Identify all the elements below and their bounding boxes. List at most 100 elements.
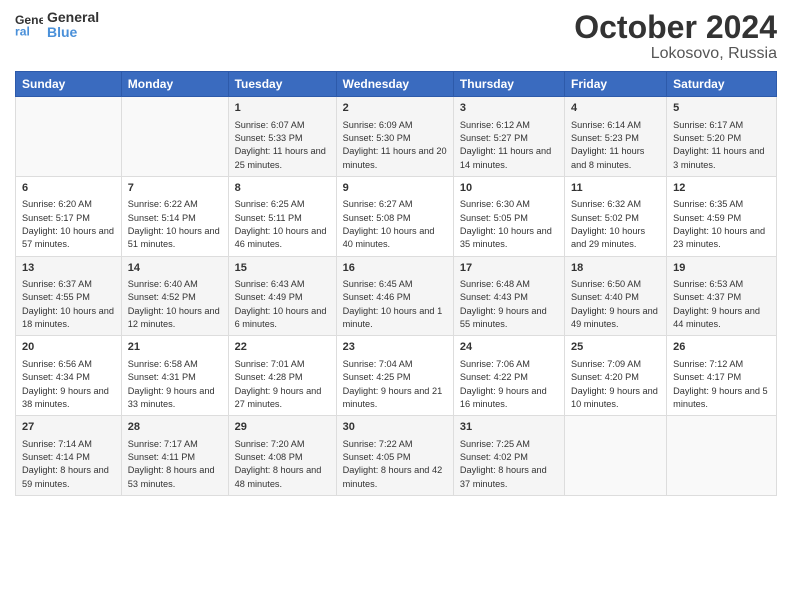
day-info: Sunrise: 6:43 AMSunset: 4:49 PMDaylight:… (235, 279, 327, 329)
calendar-cell (121, 97, 228, 177)
calendar-cell: 6 Sunrise: 6:20 AMSunset: 5:17 PMDaylight… (16, 176, 122, 256)
calendar-cell: 28Sunrise: 7:17 AMSunset: 4:11 PMDayligh… (121, 416, 228, 496)
calendar-week-row: 13 Sunrise: 6:37 AMSunset: 4:55 PMDayligh… (16, 256, 777, 336)
calendar-cell: 8 Sunrise: 6:25 AMSunset: 5:11 PMDaylight… (228, 176, 336, 256)
day-info: Sunrise: 7:22 AMSunset: 4:05 PMDaylight:… (343, 439, 443, 489)
day-number: 25 (571, 340, 660, 355)
day-number: 17 (460, 261, 558, 276)
col-sunday: Sunday (16, 72, 122, 97)
day-number: 16 (343, 261, 447, 276)
day-info: Sunrise: 6:25 AMSunset: 5:11 PMDaylight:… (235, 199, 327, 249)
calendar-table: Sunday Monday Tuesday Wednesday Thursday… (15, 71, 777, 496)
day-info: Sunrise: 6:56 AMSunset: 4:34 PMDaylight:… (22, 359, 109, 409)
day-number: 15 (235, 261, 330, 276)
col-tuesday: Tuesday (228, 72, 336, 97)
day-number: 21 (128, 340, 222, 355)
day-number: 10 (460, 181, 558, 196)
calendar-cell: 16 Sunrise: 6:45 AMSunset: 4:46 PMDayligh… (336, 256, 453, 336)
day-info: Sunrise: 6:32 AMSunset: 5:02 PMDaylight:… (571, 199, 645, 249)
logo-blue: Blue (47, 25, 99, 40)
day-info: Sunrise: 6:14 AMSunset: 5:23 PMDaylight:… (571, 120, 644, 170)
calendar-cell: 24Sunrise: 7:06 AMSunset: 4:22 PMDayligh… (453, 336, 564, 416)
day-info: Sunrise: 6:37 AMSunset: 4:55 PMDaylight:… (22, 279, 114, 329)
day-info: Sunrise: 6:58 AMSunset: 4:31 PMDaylight:… (128, 359, 215, 409)
day-info: Sunrise: 7:04 AMSunset: 4:25 PMDaylight:… (343, 359, 443, 409)
calendar-cell: 10 Sunrise: 6:30 AMSunset: 5:05 PMDayligh… (453, 176, 564, 256)
day-number: 8 (235, 181, 330, 196)
page-header: Gene ral General Blue October 2024 Lokos… (15, 10, 777, 63)
calendar-week-row: 6 Sunrise: 6:20 AMSunset: 5:17 PMDaylight… (16, 176, 777, 256)
calendar-cell: 13 Sunrise: 6:37 AMSunset: 4:55 PMDayligh… (16, 256, 122, 336)
day-info: Sunrise: 6:27 AMSunset: 5:08 PMDaylight:… (343, 199, 435, 249)
day-number: 20 (22, 340, 115, 355)
day-number: 12 (673, 181, 770, 196)
day-info: Sunrise: 6:17 AMSunset: 5:20 PMDaylight:… (673, 120, 764, 170)
calendar-cell: 5 Sunrise: 6:17 AMSunset: 5:20 PMDaylight… (667, 97, 777, 177)
calendar-cell: 20 Sunrise: 6:56 AMSunset: 4:34 PMDayligh… (16, 336, 122, 416)
day-info: Sunrise: 7:17 AMSunset: 4:11 PMDaylight:… (128, 439, 215, 489)
day-number: 26 (673, 340, 770, 355)
day-info: Sunrise: 7:14 AMSunset: 4:14 PMDaylight:… (22, 439, 109, 489)
calendar-cell: 17Sunrise: 6:48 AMSunset: 4:43 PMDayligh… (453, 256, 564, 336)
day-number: 1 (235, 101, 330, 116)
day-number: 22 (235, 340, 330, 355)
calendar-cell (565, 416, 667, 496)
calendar-cell: 15 Sunrise: 6:43 AMSunset: 4:49 PMDayligh… (228, 256, 336, 336)
calendar-cell: 3 Sunrise: 6:12 AMSunset: 5:27 PMDaylight… (453, 97, 564, 177)
day-info: Sunrise: 6:20 AMSunset: 5:17 PMDaylight:… (22, 199, 114, 249)
calendar-week-row: 1 Sunrise: 6:07 AMSunset: 5:33 PMDaylight… (16, 97, 777, 177)
logo-general: General (47, 9, 99, 25)
calendar-cell: 7Sunrise: 6:22 AMSunset: 5:14 PMDaylight… (121, 176, 228, 256)
day-info: Sunrise: 6:53 AMSunset: 4:37 PMDaylight:… (673, 279, 760, 329)
day-number: 5 (673, 101, 770, 116)
day-info: Sunrise: 6:40 AMSunset: 4:52 PMDaylight:… (128, 279, 220, 329)
day-info: Sunrise: 6:45 AMSunset: 4:46 PMDaylight:… (343, 279, 443, 329)
header-row: Sunday Monday Tuesday Wednesday Thursday… (16, 72, 777, 97)
day-info: Sunrise: 7:12 AMSunset: 4:17 PMDaylight:… (673, 359, 768, 409)
day-info: Sunrise: 6:50 AMSunset: 4:40 PMDaylight:… (571, 279, 658, 329)
logo-icon: Gene ral (15, 11, 43, 39)
day-number: 3 (460, 101, 558, 116)
location: Lokosovo, Russia (574, 45, 777, 63)
day-info: Sunrise: 6:09 AMSunset: 5:30 PMDaylight:… (343, 120, 447, 170)
day-number: 23 (343, 340, 447, 355)
day-number: 11 (571, 181, 660, 196)
calendar-cell (667, 416, 777, 496)
calendar-cell: 21 Sunrise: 6:58 AMSunset: 4:31 PMDayligh… (121, 336, 228, 416)
calendar-cell: 11 Sunrise: 6:32 AMSunset: 5:02 PMDayligh… (565, 176, 667, 256)
day-number: 14 (128, 261, 222, 276)
col-wednesday: Wednesday (336, 72, 453, 97)
calendar-cell: 14 Sunrise: 6:40 AMSunset: 4:52 PMDayligh… (121, 256, 228, 336)
calendar-cell: 19 Sunrise: 6:53 AMSunset: 4:37 PMDayligh… (667, 256, 777, 336)
calendar-cell: 31 Sunrise: 7:25 AMSunset: 4:02 PMDayligh… (453, 416, 564, 496)
day-info: Sunrise: 6:30 AMSunset: 5:05 PMDaylight:… (460, 199, 552, 249)
calendar-cell: 30Sunrise: 7:22 AMSunset: 4:05 PMDayligh… (336, 416, 453, 496)
day-info: Sunrise: 6:12 AMSunset: 5:27 PMDaylight:… (460, 120, 551, 170)
calendar-cell: 4 Sunrise: 6:14 AMSunset: 5:23 PMDaylight… (565, 97, 667, 177)
day-info: Sunrise: 7:25 AMSunset: 4:02 PMDaylight:… (460, 439, 547, 489)
col-friday: Friday (565, 72, 667, 97)
day-info: Sunrise: 6:07 AMSunset: 5:33 PMDaylight:… (235, 120, 326, 170)
col-thursday: Thursday (453, 72, 564, 97)
calendar-cell: 1 Sunrise: 6:07 AMSunset: 5:33 PMDaylight… (228, 97, 336, 177)
day-number: 27 (22, 420, 115, 435)
calendar-cell: 18Sunrise: 6:50 AMSunset: 4:40 PMDayligh… (565, 256, 667, 336)
day-number: 9 (343, 181, 447, 196)
col-saturday: Saturday (667, 72, 777, 97)
day-number: 4 (571, 101, 660, 116)
calendar-cell (16, 97, 122, 177)
day-number: 31 (460, 420, 558, 435)
calendar-cell: 22 Sunrise: 7:01 AMSunset: 4:28 PMDayligh… (228, 336, 336, 416)
calendar-week-row: 20 Sunrise: 6:56 AMSunset: 4:34 PMDayligh… (16, 336, 777, 416)
day-number: 2 (343, 101, 447, 116)
day-info: Sunrise: 6:35 AMSunset: 4:59 PMDaylight:… (673, 199, 765, 249)
month-title: October 2024 (574, 10, 777, 45)
day-info: Sunrise: 7:01 AMSunset: 4:28 PMDaylight:… (235, 359, 322, 409)
calendar-cell: 26 Sunrise: 7:12 AMSunset: 4:17 PMDayligh… (667, 336, 777, 416)
day-number: 29 (235, 420, 330, 435)
svg-text:ral: ral (15, 25, 30, 39)
calendar-cell: 23 Sunrise: 7:04 AMSunset: 4:25 PMDayligh… (336, 336, 453, 416)
day-number: 13 (22, 261, 115, 276)
day-number: 6 (22, 181, 115, 196)
day-number: 19 (673, 261, 770, 276)
